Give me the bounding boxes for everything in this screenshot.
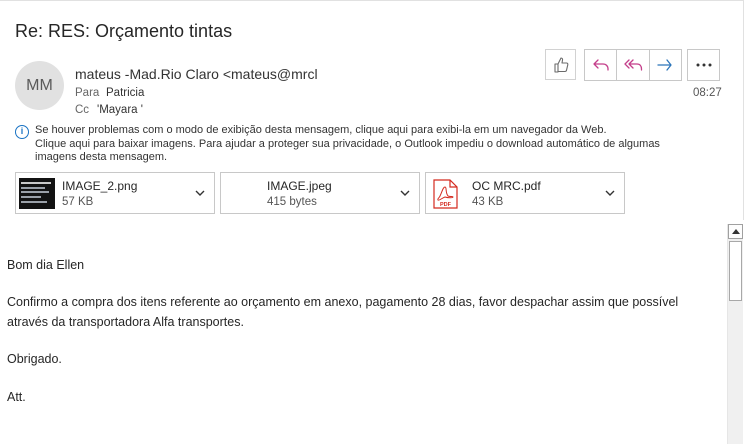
- avatar[interactable]: MM: [15, 61, 64, 110]
- top-divider: [0, 0, 744, 1]
- reply-button[interactable]: [585, 50, 618, 80]
- attachment-size: 43 KB: [472, 196, 504, 208]
- forward-button[interactable]: [650, 50, 681, 80]
- attachment-pdf[interactable]: PDF OC MRC.pdf 43 KB: [425, 172, 625, 214]
- attachment-size: 57 KB: [62, 196, 94, 208]
- reply-icon: [593, 59, 609, 71]
- attachment-image-2[interactable]: IMAGE_2.png 57 KB: [15, 172, 215, 214]
- image-thumbnail: [19, 178, 55, 209]
- to-label: Para: [75, 87, 100, 99]
- pdf-label: PDF: [440, 202, 452, 208]
- avatar-initials: MM: [26, 76, 53, 94]
- like-button[interactable]: [545, 49, 576, 80]
- body-line-2: através da transportadora Alfa transport…: [7, 315, 244, 329]
- reply-actions: [584, 49, 682, 81]
- to-recipient[interactable]: Patricia: [106, 87, 144, 99]
- reply-all-button[interactable]: [617, 50, 650, 80]
- cc-row: Cc 'Mayara ': [75, 104, 143, 116]
- attachment-size: 415 bytes: [267, 196, 317, 208]
- info-icon: i: [15, 125, 29, 139]
- attachment-image[interactable]: IMAGE.jpeg 415 bytes: [220, 172, 420, 214]
- body-line-1: Confirmo a compra dos itens referente ao…: [7, 295, 679, 309]
- chevron-down-icon[interactable]: [603, 186, 617, 200]
- more-actions-button[interactable]: [687, 49, 720, 81]
- cc-label: Cc: [75, 104, 90, 116]
- received-time: 08:27: [693, 87, 722, 99]
- scrollbar-thumb[interactable]: [729, 241, 742, 301]
- body-greeting: Bom dia Ellen: [7, 258, 85, 272]
- sender-name[interactable]: mateus -Mad.Rio Claro <mateus@mrcl: [75, 66, 318, 82]
- scroll-up-button[interactable]: [728, 224, 743, 239]
- pdf-file-icon: PDF: [433, 179, 458, 209]
- more-icon: [696, 63, 711, 67]
- reply-all-icon: [624, 59, 643, 71]
- attachment-name: OC MRC.pdf: [472, 179, 541, 193]
- attachment-name: IMAGE_2.png: [62, 179, 138, 193]
- info-line-view-in-browser[interactable]: Se houver problemas com o modo de exibiç…: [35, 124, 735, 138]
- to-row: Para Patricia: [75, 87, 144, 99]
- attachment-name: IMAGE.jpeg: [267, 179, 332, 193]
- scroll-up-arrow-icon: [731, 229, 740, 234]
- thumbs-up-icon: [553, 56, 568, 73]
- forward-icon: [657, 59, 672, 71]
- message-subject: Re: RES: Orçamento tintas: [15, 21, 233, 41]
- cc-recipient[interactable]: 'Mayara ': [97, 104, 143, 116]
- info-line-download-images[interactable]: Clique aqui para baixar imagens. Para aj…: [35, 138, 735, 152]
- body-thanks: Obrigado.: [7, 352, 62, 366]
- body-closing: Att.: [7, 390, 26, 404]
- chevron-down-icon[interactable]: [398, 186, 412, 200]
- vertical-scrollbar[interactable]: [727, 224, 743, 444]
- info-line-download-images-cont[interactable]: imagens desta mensagem.: [35, 151, 735, 165]
- chevron-down-icon[interactable]: [193, 186, 207, 200]
